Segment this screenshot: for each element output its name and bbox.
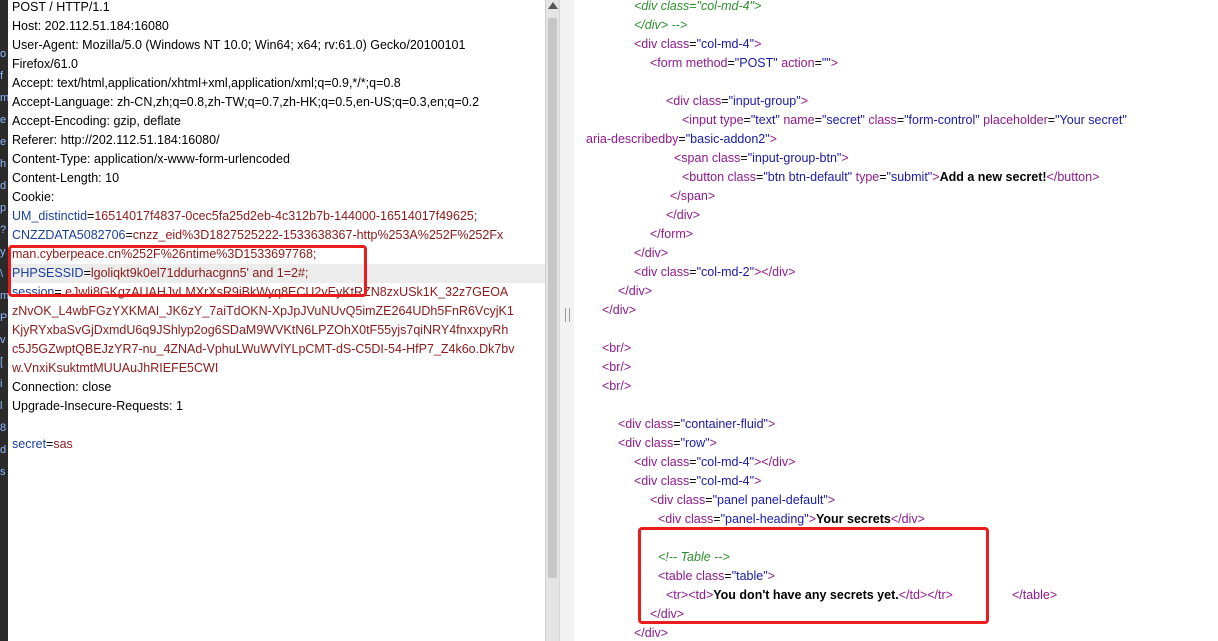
param-value: w.VnxiKsuktmtMUUAuJhRIEFE5CWI	[12, 361, 219, 375]
source-line: <div class="panel panel-default">	[650, 493, 836, 507]
param-value: cnzz_eid%3D1827525222-1533638367-http%25…	[132, 228, 504, 242]
source-line: </div>	[618, 284, 653, 298]
param-key: PHPSESSID	[12, 266, 84, 280]
param-value: c5J5GZwptQBEJzYR7-nu_4ZNAd-VphuLWuWVlYLp…	[12, 342, 515, 356]
request-line: Accept-Language: zh-CN,zh;q=0.8,zh-TW;q=…	[12, 95, 480, 109]
strip-glyph: P	[0, 312, 8, 324]
request-line: UM_distinctid=16514017f4837-0cec5fa25d2e…	[12, 209, 478, 223]
strip-glyph: f	[0, 70, 4, 82]
source-line: </div>	[634, 246, 669, 260]
request-line: PHPSESSID=lgoliqkt9k0el71ddurhacgnn5' an…	[12, 266, 309, 280]
param-key: secret	[12, 437, 47, 451]
source-line: </div>	[602, 303, 637, 317]
request-line: Accept-Encoding: gzip, deflate	[12, 114, 181, 128]
source-line: <span class="input-group-btn">	[674, 151, 849, 165]
source-line: </div>	[666, 208, 701, 222]
strip-glyph: h	[0, 158, 7, 170]
strip-glyph: [	[0, 356, 4, 368]
source-line: <div class="col-md-4">	[634, 37, 762, 51]
strip-glyph: i	[0, 378, 3, 390]
strip-glyph: v	[0, 334, 6, 346]
source-line: </div>	[634, 626, 669, 640]
html-source-pane[interactable]: <div class="col-md-4"> </div> --> <div cla…	[574, 0, 1218, 641]
request-line: secret=sas	[12, 437, 73, 451]
source-line: <table class="table">	[658, 569, 775, 583]
request-line: man.cyberpeace.cn%252F%26ntime%3D1533697…	[12, 245, 316, 264]
request-line: Cookie:	[12, 190, 55, 204]
request-line: Content-Type: application/x-www-form-url…	[12, 152, 290, 166]
strip-glyph: d	[0, 180, 7, 192]
request-scrollbar[interactable]	[545, 0, 560, 641]
request-line: zNvOK_L4wbFGzYXKMAI_JK6zY_7aiTdOKN-XpJpJ…	[12, 302, 514, 321]
param-key: session	[12, 285, 55, 299]
strip-glyph: s	[0, 466, 6, 478]
strip-glyph: o	[0, 48, 7, 60]
strip-glyph: l	[0, 400, 3, 412]
strip-glyph: 8	[0, 422, 7, 434]
strip-glyph: m	[0, 92, 8, 104]
left-dock-strip: o f m e e h d p? y \ m Pv[i l 8 d s	[0, 0, 8, 641]
http-request-pane[interactable]: POST / HTTP/1.1 Host: 202.112.51.184:1608…	[8, 0, 545, 641]
request-line: CNZZDATA5082706=cnzz_eid%3D1827525222-15…	[12, 228, 504, 242]
source-line: <div class="row">	[618, 436, 717, 450]
request-line: Referer: http://202.112.51.184:16080/	[12, 133, 220, 147]
source-line: <div class="container-fluid">	[618, 417, 776, 431]
strip-glyph: p	[0, 202, 7, 214]
source-line: <tr><td>You don't have any secrets yet.<…	[666, 588, 1058, 602]
strip-glyph: ?	[0, 224, 7, 236]
request-line: Host: 202.112.51.184:16080	[12, 19, 169, 33]
strip-glyph: e	[0, 136, 7, 148]
request-line: c5J5GZwptQBEJzYR7-nu_4ZNAd-VphuLWuWVlYLp…	[12, 340, 515, 359]
strip-glyph: e	[0, 114, 7, 126]
source-line: <br/>	[602, 379, 632, 393]
source-line: </div>	[650, 607, 685, 621]
param-key: UM_distinctid	[12, 209, 88, 223]
request-line: POST / HTTP/1.1	[12, 0, 110, 14]
request-line: Accept: text/html,application/xhtml+xml,…	[12, 76, 401, 90]
request-line: User-Agent: Mozilla/5.0 (Windows NT 10.0…	[12, 38, 466, 52]
strip-glyph: m	[0, 290, 8, 302]
request-line: Firefox/61.0	[12, 57, 79, 71]
param-value: 16514017f4837-0cec5fa25d2eb-4c312b7b-144…	[94, 209, 478, 223]
param-value: KjyRYxbaSvGjDxmdU6q9JShlyp2og6SDaM9WVKtN…	[12, 323, 509, 337]
request-line: Content-Length: 10	[12, 171, 120, 185]
source-line: </span>	[670, 189, 716, 203]
source-line: <div class="col-md-2"></div>	[634, 265, 796, 279]
source-line: </div> -->	[634, 18, 688, 32]
source-line: <!-- Table -->	[658, 550, 730, 564]
source-line: <form method="POST" action="">	[650, 56, 839, 70]
source-line: <br/>	[602, 341, 632, 355]
source-line: <div class="panel-heading">Your secrets<…	[658, 512, 925, 526]
source-line: <div class="input-group">	[666, 94, 808, 108]
pane-splitter[interactable]	[559, 0, 575, 641]
param-value: .eJwli8GKgzAUAHJvLMXrXsR9iBkWyq8ECU2vEyK…	[61, 285, 509, 299]
scroll-thumb[interactable]	[548, 18, 557, 578]
strip-glyph: \	[0, 268, 4, 280]
source-line: <div class="col-md-4">	[634, 474, 762, 488]
source-line: </form>	[650, 227, 694, 241]
source-line: aria-describedby="basic-addon2">	[586, 132, 777, 146]
param-value: zNvOK_L4wbFGzYXKMAI_JK6zY_7aiTdOKN-XpJpJ…	[12, 304, 514, 318]
strip-glyph: d	[0, 444, 7, 456]
param-key: CNZZDATA5082706	[12, 228, 126, 242]
param-value: sas	[53, 437, 73, 451]
scroll-up-icon[interactable]	[548, 2, 558, 9]
param-value: man.cyberpeace.cn%252F%26ntime%3D1533697…	[12, 247, 317, 261]
source-line: <div class="col-md-4">	[634, 0, 762, 13]
request-line: session=.eJwli8GKgzAUAHJvLMXrXsR9iBkWyq8…	[12, 285, 509, 299]
request-line: Connection: close	[12, 380, 112, 394]
request-line: Upgrade-Insecure-Requests: 1	[12, 399, 183, 413]
source-line: <button class="btn btn-default" type="su…	[682, 170, 1100, 184]
request-line: w.VnxiKsuktmtMUUAuJhRIEFE5CWI	[12, 359, 218, 378]
request-line: KjyRYxbaSvGjDxmdU6q9JShlyp2og6SDaM9WVKtN…	[12, 321, 508, 340]
splitter-grip-icon[interactable]	[565, 308, 570, 322]
strip-glyph: y	[0, 246, 6, 258]
source-line: <br/>	[602, 360, 632, 374]
param-value: lgoliqkt9k0el71ddurhacgnn5' and 1=2#;	[90, 266, 309, 280]
source-line: <input type="text" name="secret" class="…	[682, 113, 1127, 127]
source-line: <div class="col-md-4"></div>	[634, 455, 796, 469]
